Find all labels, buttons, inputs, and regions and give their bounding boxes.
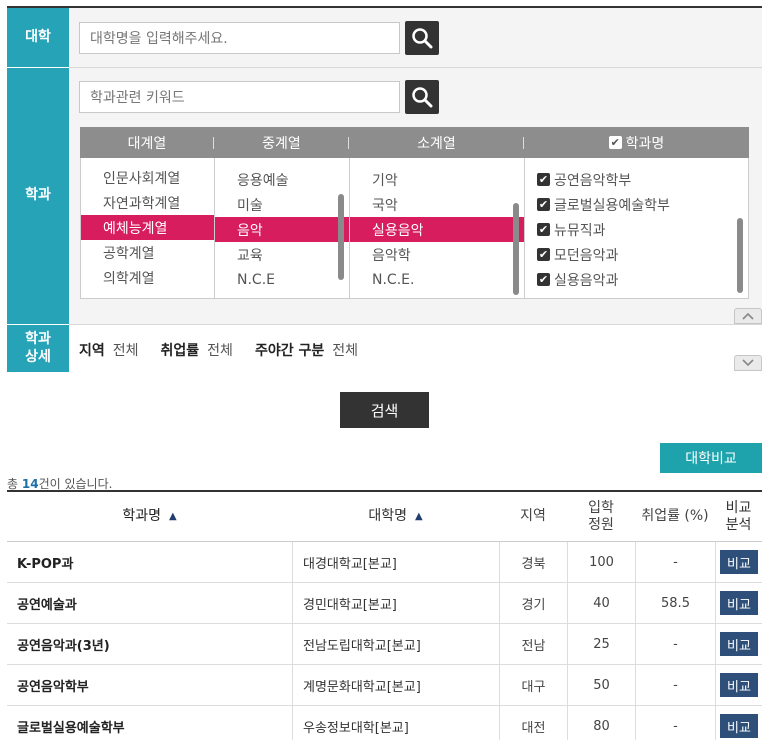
search-filter-panel: 대학 대학명을 입력해주세요. 학과 학과관련 키워드 대계열 중계열 소계열 …: [7, 6, 762, 372]
compare-column-header: 비교 분석: [725, 499, 752, 533]
major-category-list: 인문사회계열 자연과학계열 예체능계열 공학계열 의학계열: [80, 158, 214, 299]
university-search-input[interactable]: 대학명을 입력해주세요.: [79, 22, 400, 54]
sort-asc-icon[interactable]: ▲: [415, 511, 423, 523]
region-value[interactable]: 전체: [113, 340, 139, 360]
keyword-search-input[interactable]: 학과관련 키워드: [79, 81, 400, 113]
daynight-label: 주야간 구분: [254, 343, 325, 359]
detail-row-label: 학과 상세: [7, 325, 69, 372]
detail-filters: 지역 전체 취업률 전체 주야간 구분 전체: [79, 340, 372, 360]
compare-button[interactable]: 비교: [720, 714, 758, 738]
dept-item[interactable]: ✔ 모던음악과: [525, 242, 748, 267]
table-row: 글로벌실용예술학부 우송정보대학[본교] 대전 80 - 비교: [7, 706, 762, 740]
checkbox-checked-icon[interactable]: ✔: [537, 198, 550, 211]
major-item-selected[interactable]: 예체능계열: [81, 215, 214, 240]
major-item[interactable]: 공학계열: [81, 240, 214, 265]
minor-item[interactable]: 음악학: [350, 242, 524, 267]
minor-item[interactable]: 국악: [350, 192, 524, 217]
dept-item[interactable]: ✔ 공연음악학부: [525, 167, 748, 192]
results-table: 학과명 ▲ 대학명 ▲ 지역 입학 정원 취업률 (%) 비교 분석 K-POP과 대경…: [7, 490, 762, 740]
major-item[interactable]: 자연과학계열: [81, 190, 214, 215]
table-row: K-POP과 대경대학교[본교] 경북 100 - 비교: [7, 542, 762, 583]
quota-column-header: 입학 정원: [588, 499, 614, 533]
minor-item[interactable]: 기악: [350, 167, 524, 192]
checkbox-checked-icon[interactable]: ✔: [537, 223, 550, 236]
compare-button[interactable]: 비교: [720, 550, 758, 574]
daynight-value[interactable]: 전체: [332, 340, 358, 360]
chevron-up-icon: [742, 312, 754, 320]
chevron-down-icon: [742, 359, 754, 367]
expand-button[interactable]: [734, 355, 762, 371]
middle-item[interactable]: 응용예술: [215, 167, 349, 192]
university-search-button[interactable]: [405, 21, 439, 55]
middle-item-selected[interactable]: 음악: [215, 217, 349, 242]
minor-category-header: 소계열: [349, 127, 524, 158]
department-name-list: ✔ 공연음악학부 ✔ 글로벌실용예술학부 ✔ 뉴뮤직과 ✔ 모던음악과 ✔ 실용음악과: [524, 158, 749, 299]
checkbox-checked-icon[interactable]: ✔: [537, 173, 550, 186]
table-row: 공연예술과 경민대학교[본교] 경기 40 58.5 비교: [7, 583, 762, 624]
dept-item[interactable]: ✔ 뉴뮤직과: [525, 217, 748, 242]
employment-column-header: 취업률 (%): [641, 508, 709, 525]
middle-category-list: 응용예술 미술 음악 교육 N.C.E: [214, 158, 349, 299]
region-label: 지역: [79, 343, 105, 359]
univ-column-header[interactable]: 대학명 ▲: [292, 492, 499, 541]
sort-asc-icon[interactable]: ▲: [169, 511, 177, 523]
minor-item-selected[interactable]: 실용음악: [350, 217, 524, 242]
middle-list-scrollbar[interactable]: [338, 194, 344, 280]
department-row-label: 학과: [7, 68, 69, 324]
checkbox-checked-icon[interactable]: ✔: [537, 248, 550, 261]
middle-item[interactable]: N.C.E: [215, 267, 349, 292]
major-item[interactable]: 인문사회계열: [81, 165, 214, 190]
search-button[interactable]: 검색: [340, 392, 429, 428]
search-icon: [412, 87, 433, 108]
dept-list-scrollbar[interactable]: [737, 218, 743, 293]
major-item[interactable]: 의학계열: [81, 265, 214, 290]
compare-button[interactable]: 비교: [720, 632, 758, 656]
keyword-search-button[interactable]: [405, 80, 439, 114]
checkbox-checked-icon[interactable]: ✔: [537, 273, 550, 286]
employment-label: 취업률: [160, 343, 200, 359]
collapse-button[interactable]: [734, 308, 762, 324]
department-name-header: ✔ 학과명: [524, 127, 749, 158]
minor-category-list: 기악 국악 실용음악 음악학 N.C.E.: [349, 158, 524, 299]
region-column-header: 지역: [520, 508, 546, 525]
search-icon: [412, 28, 433, 49]
compare-button[interactable]: 비교: [720, 673, 758, 697]
university-compare-button[interactable]: 대학비교: [660, 443, 762, 473]
middle-category-header: 중계열: [214, 127, 349, 158]
employment-value[interactable]: 전체: [207, 340, 233, 360]
middle-item[interactable]: 미술: [215, 192, 349, 217]
minor-list-scrollbar[interactable]: [513, 203, 519, 295]
minor-item[interactable]: N.C.E.: [350, 267, 524, 292]
select-all-checkbox[interactable]: ✔: [608, 136, 622, 149]
compare-button[interactable]: 비교: [720, 591, 758, 615]
middle-item[interactable]: 교육: [215, 242, 349, 267]
table-row: 공연음악학부 계명문화대학교[본교] 대구 50 - 비교: [7, 665, 762, 706]
major-category-header: 대계열: [80, 127, 214, 158]
dept-column-header[interactable]: 학과명 ▲: [7, 492, 292, 541]
dept-item[interactable]: ✔ 실용음악과: [525, 267, 748, 292]
dept-item[interactable]: ✔ 글로벌실용예술학부: [525, 192, 748, 217]
table-row: 공연음악과(3년) 전남도립대학교[본교] 전남 25 - 비교: [7, 624, 762, 665]
university-row-label: 대학: [7, 8, 69, 67]
table-header: 학과명 ▲ 대학명 ▲ 지역 입학 정원 취업률 (%) 비교 분석: [7, 492, 762, 542]
